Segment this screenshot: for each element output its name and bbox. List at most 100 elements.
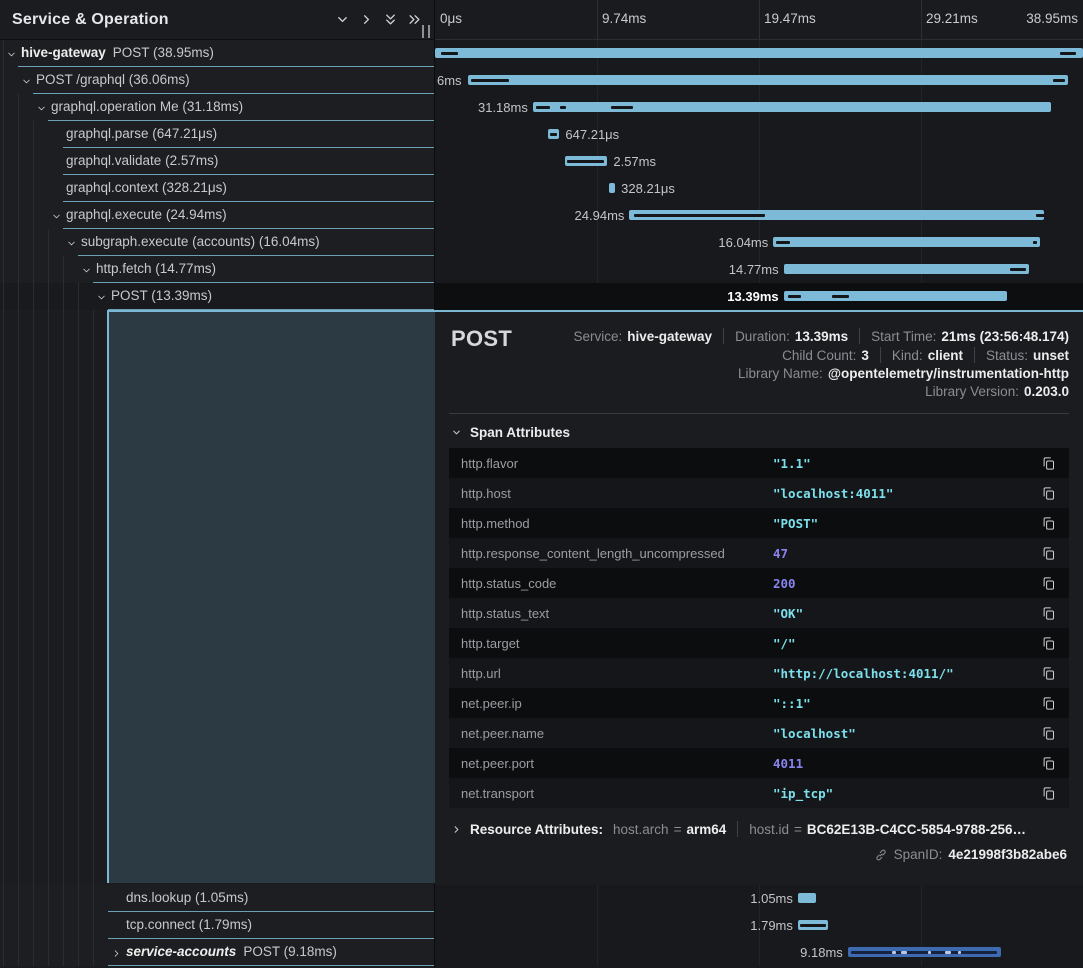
copy-icon[interactable] [1039, 784, 1057, 802]
meta-value: @opentelemetry/instrumentation-http [828, 366, 1069, 381]
tree-row[interactable]: graphql.context (328.21μs) [0, 175, 434, 202]
span-attributes-toggle[interactable]: Span Attributes [451, 425, 1067, 440]
tree-row[interactable]: POST (13.39ms) [0, 283, 434, 310]
operation-name: graphql.validate (2.57ms) [66, 153, 218, 168]
tree-row[interactable]: dns.lookup (1.05ms) [0, 885, 434, 912]
chevron-down-icon[interactable] [81, 263, 93, 275]
collapse-all-icon[interactable] [378, 8, 402, 32]
copy-icon[interactable] [1039, 634, 1057, 652]
indent-guide [63, 310, 64, 885]
copy-icon[interactable] [1039, 544, 1057, 562]
duration-label: 24.94ms [575, 208, 625, 223]
chevron-down-icon[interactable] [96, 290, 108, 302]
timeline-row[interactable]: 647.21μs [435, 121, 1083, 148]
indent-guide [48, 283, 49, 310]
copy-icon[interactable] [1039, 574, 1057, 592]
timeline-row[interactable]: 16.04ms [435, 229, 1083, 256]
span-duration-bar[interactable] [435, 48, 1083, 58]
child-span-mark [788, 295, 801, 298]
copy-icon[interactable] [1039, 754, 1057, 772]
axis-tick: 38.95ms [1026, 11, 1078, 26]
copy-icon[interactable] [1039, 454, 1057, 472]
duration-label: 16.04ms [718, 235, 768, 250]
copy-icon[interactable] [1039, 604, 1057, 622]
resource-attributes-row[interactable]: Resource Attributes: host.arch=arm64host… [451, 821, 1067, 837]
chevron-down-icon[interactable] [51, 209, 63, 221]
timeline-row[interactable]: 14.77ms [435, 256, 1083, 283]
copy-icon[interactable] [1039, 694, 1057, 712]
tree-row[interactable]: hive-gatewayPOST (38.95ms) [0, 40, 434, 67]
timeline-row[interactable]: 31.18ms [435, 94, 1083, 121]
timeline-row[interactable]: 328.21μs [435, 175, 1083, 202]
tree-row[interactable]: graphql.parse (647.21μs) [0, 121, 434, 148]
attribute-key: http.url [461, 666, 773, 681]
tree-row[interactable]: POST /graphql (36.06ms) [0, 67, 434, 94]
attribute-value: 200 [773, 576, 1039, 591]
child-span-mark [471, 79, 509, 82]
tree-row[interactable]: graphql.operation Me (31.18ms) [0, 94, 434, 121]
axis-tick: 19.47ms [764, 11, 816, 26]
timeline-panel: 0μs 9.74ms 19.47ms 29.21ms 38.95ms 6ms31… [435, 0, 1083, 968]
meta-label: Child Count: [782, 348, 856, 363]
tree-row[interactable]: graphql.validate (2.57ms) [0, 148, 434, 175]
span-duration-bar[interactable] [784, 291, 1007, 301]
chevron-down-icon[interactable] [6, 47, 18, 59]
copy-icon[interactable] [1039, 514, 1057, 532]
tree-row[interactable]: http.fetch (14.77ms) [0, 256, 434, 283]
timeline-row[interactable] [435, 40, 1083, 67]
attribute-key: net.peer.port [461, 756, 773, 771]
attribute-key: http.target [461, 636, 773, 651]
tree-row[interactable]: graphql.execute (24.94ms) [0, 202, 434, 229]
copy-icon[interactable] [1039, 724, 1057, 742]
attribute-value: "OK" [773, 606, 1039, 621]
chevron-down-icon[interactable] [36, 101, 48, 113]
timeline-row[interactable]: 1.79ms [435, 912, 1083, 939]
span-duration-bar[interactable] [798, 893, 816, 903]
operation-name: http.fetch (14.77ms) [96, 261, 216, 276]
panel-resize-handle[interactable] [422, 25, 430, 38]
meta-label: Duration: [735, 329, 790, 344]
timeline-row[interactable]: 24.94ms [435, 202, 1083, 229]
collapse-children-icon[interactable] [330, 8, 354, 32]
copy-icon[interactable] [1039, 484, 1057, 502]
attribute-row: http.method"POST" [449, 508, 1069, 538]
copy-icon[interactable] [1039, 664, 1057, 682]
span-duration-bar[interactable] [773, 237, 1040, 247]
duration-label: 1.79ms [750, 918, 793, 933]
detail-meta-row: Child Count:3Kind:clientStatus:unset [782, 347, 1069, 363]
resource-value: arm64 [686, 822, 726, 837]
span-duration-bar[interactable] [468, 75, 1068, 85]
operation-name: graphql.operation Me (31.18ms) [51, 99, 243, 114]
timeline-row[interactable]: 9.18ms [435, 939, 1083, 966]
attribute-key: net.peer.ip [461, 696, 773, 711]
resource-separator [737, 821, 738, 837]
tree-row[interactable]: service-accountsPOST (9.18ms) [0, 939, 434, 966]
tree-row[interactable]: subgraph.execute (accounts) (16.04ms) [0, 229, 434, 256]
detail-meta-item: Kind:client [892, 348, 963, 363]
chevron-down-icon[interactable] [21, 74, 33, 86]
resource-attributes-items: host.arch=arm64host.id=BC62E13B-C4CC-585… [613, 821, 1026, 837]
link-icon[interactable] [874, 848, 888, 862]
tree-row[interactable]: tcp.connect (1.79ms) [0, 912, 434, 939]
span-duration-bar[interactable] [609, 183, 615, 193]
span-duration-bar[interactable] [784, 264, 1030, 274]
axis-tick: 9.74ms [602, 11, 646, 26]
timeline-row[interactable]: 13.39ms [435, 283, 1083, 310]
child-span-mark [1033, 241, 1037, 244]
service-name: hive-gateway [21, 45, 106, 60]
chevron-down-icon[interactable] [66, 236, 78, 248]
expand-children-icon[interactable] [354, 8, 378, 32]
attribute-key: net.transport [461, 786, 773, 801]
chevron-right-icon[interactable] [111, 946, 123, 958]
timeline-row[interactable]: 6ms [435, 67, 1083, 94]
timeline-row[interactable]: 2.57ms [435, 148, 1083, 175]
attribute-value: "ip_tcp" [773, 786, 1039, 801]
indent-guide [3, 256, 4, 283]
child-span-mark [832, 295, 849, 298]
indent-guide [3, 67, 4, 94]
span-tree-bottom: dns.lookup (1.05ms)tcp.connect (1.79ms)s… [0, 885, 434, 966]
indent-guide [18, 175, 19, 202]
timeline-row[interactable]: 1.05ms [435, 885, 1083, 912]
detail-meta-row: Service:hive-gatewayDuration:13.39msStar… [573, 328, 1069, 344]
indent-guide [3, 94, 4, 121]
